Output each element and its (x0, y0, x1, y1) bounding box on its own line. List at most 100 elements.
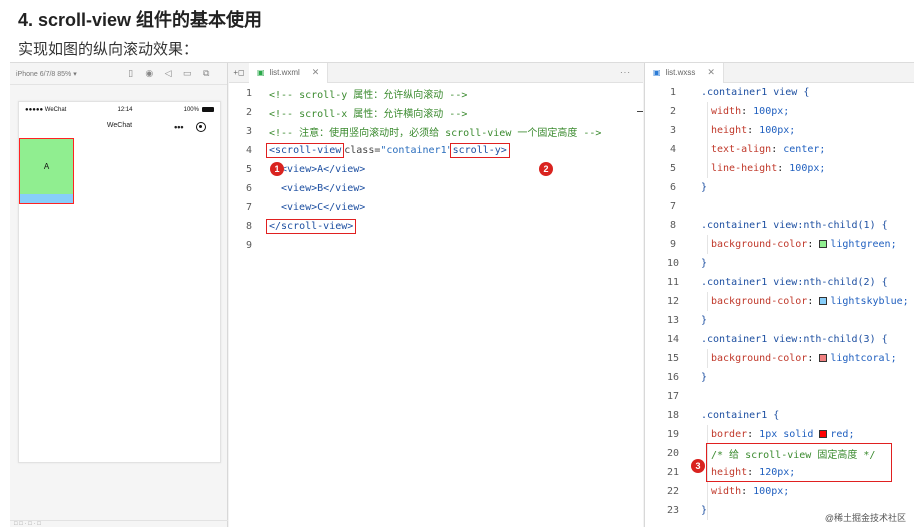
css-brace: } (701, 258, 708, 269)
wxss-code[interactable]: 1 .container1 view { 2 width: 100px; 3 heig… (645, 83, 914, 520)
code-line: 18 .container1 { (645, 406, 914, 425)
scroll-view-open-tag: <scroll-view (266, 143, 345, 158)
code-line: 13} (645, 311, 914, 330)
wxss-tab-bar: ▣ list.wxss ✕ (645, 62, 914, 83)
simulator-pane: iPhone 6/7/8 85% ▾ ▯ ◉ ◁ ▭ ⧉ ●●●●● WeCha… (10, 63, 228, 527)
watermark: @稀土掘金技术社区 (824, 513, 906, 523)
line-number: 1 (669, 87, 677, 98)
line-number: 3 (669, 125, 677, 136)
file-wxml-icon: ▣ (257, 68, 265, 77)
line-number: 2 (669, 106, 677, 117)
line-number: 1 (245, 88, 253, 99)
css-value: red; (830, 429, 855, 440)
simulator-bottom-bar: □ □ · □ · □ (10, 520, 228, 527)
css-property: background-color (711, 296, 808, 307)
more-actions-icon[interactable]: ··· (620, 68, 631, 77)
css-property: background-color (711, 353, 808, 364)
volume-icon[interactable]: ◁ (164, 67, 172, 81)
code-line: 1 <!-- scroll-y 属性：允许纵向滚动 --> (229, 84, 643, 103)
css-value: lightgreen; (830, 239, 897, 250)
line-number: 6 (245, 183, 253, 194)
css-value: 100px; (789, 163, 826, 174)
code-line: 8 </scroll-view> (229, 217, 643, 236)
css-selector: .container1 view:nth-child(2) { (701, 277, 888, 288)
code-line: 5 <view>A</view> (229, 160, 643, 179)
scroll-item-label: A (43, 162, 50, 171)
line-number: 8 (245, 221, 253, 232)
scroll-view-close-tag: </scroll-view> (266, 219, 357, 234)
line-number: 9 (669, 239, 677, 250)
line-number: 15 (666, 353, 680, 364)
tab-label: list.wxss (665, 68, 696, 77)
code-line: 3 height: 100px; (645, 121, 914, 140)
status-bar: ●●●●● WeChat 12:14 100% (19, 102, 220, 118)
line-number: 10 (666, 258, 680, 269)
close-tab-icon[interactable]: ✕ (312, 67, 320, 78)
color-swatch[interactable] (819, 430, 828, 438)
scrollbar-marker (637, 111, 643, 112)
css-value: lightskyblue; (830, 296, 909, 307)
code-line: 7 <view>C</view> (229, 198, 643, 217)
css-property: height (711, 125, 748, 136)
annotation-badge-2: 2 (539, 162, 553, 176)
signal-carrier: ●●●●● WeChat (25, 107, 67, 113)
battery-icon (201, 106, 214, 112)
popout-icon[interactable]: ⧉ (202, 67, 210, 81)
color-swatch[interactable] (819, 240, 828, 248)
code-line: 4 text-align: center; (645, 140, 914, 159)
line-number: 6 (669, 182, 677, 193)
line-number: 19 (666, 429, 680, 440)
css-brace: } (701, 372, 708, 383)
capsule-menu[interactable]: ••• (168, 119, 212, 134)
wxml-editor: +◻ ▣ list.wxml ✕ ··· 1 <!-- scroll-y 属性：允… (229, 62, 643, 527)
phone-icon[interactable]: ▯ (127, 67, 135, 81)
line-number: 4 (245, 145, 253, 156)
bottom-bar-text: □ □ · □ · □ (14, 521, 41, 527)
close-capsule-icon[interactable] (195, 121, 206, 132)
scroll-item-b: B (20, 194, 73, 203)
line-number: 13 (666, 315, 680, 326)
code-text: <view>C</view> (281, 202, 366, 213)
code-line: 16} (645, 368, 914, 387)
simulator-toolbar: iPhone 6/7/8 85% ▾ ▯ ◉ ◁ ▭ ⧉ (10, 63, 227, 85)
code-comment: <!-- 注意：使用竖向滚动时，必须给 scroll-view 一个固定高度 -… (269, 128, 602, 139)
more-dots-icon[interactable]: ••• (174, 122, 183, 132)
css-selector: .container1 view { (701, 87, 810, 98)
tab-list-wxml[interactable]: ▣ list.wxml ✕ (249, 62, 329, 83)
css-value: lightcoral; (830, 353, 897, 364)
css-value: 1px solid (759, 429, 820, 440)
tab-list-wxss[interactable]: ▣ list.wxss ✕ (645, 62, 724, 83)
line-number: 16 (666, 372, 680, 383)
line-number: 2 (245, 107, 253, 118)
code-line: 8 .container1 view:nth-child(1) { (645, 216, 914, 235)
nav-bar: WeChat ••• (19, 118, 220, 136)
css-value: 100px; (753, 106, 790, 117)
line-number: 5 (245, 164, 253, 175)
highlight-box (706, 443, 892, 482)
rotate-icon[interactable]: ▭ (183, 67, 192, 81)
css-value: 100px; (753, 486, 790, 497)
code-line: 5 line-height: 100px; (645, 159, 914, 178)
line-number: 22 (666, 486, 680, 497)
scroll-view-container[interactable]: A B (19, 138, 74, 204)
page-subheading: 实现如图的纵向滚动效果： (18, 41, 199, 58)
split-editor-icon[interactable]: +◻ (229, 68, 249, 77)
color-swatch[interactable] (819, 297, 828, 305)
battery-status: 100% (184, 106, 214, 113)
line-number: 3 (245, 126, 253, 137)
color-swatch[interactable] (819, 354, 828, 362)
record-icon[interactable]: ◉ (145, 67, 153, 81)
line-number: 7 (669, 201, 677, 212)
line-number: 8 (669, 220, 677, 231)
scroll-y-attr: scroll-y> (449, 143, 510, 158)
wxml-code[interactable]: 1 <!-- scroll-y 属性：允许纵向滚动 --> 2 <!-- scrol… (229, 83, 643, 255)
wxml-tab-bar: +◻ ▣ list.wxml ✕ ··· (229, 62, 643, 83)
css-property: width (711, 106, 742, 117)
code-text: <view>B</view> (281, 183, 366, 194)
annotation-badge-1: 1 (270, 162, 284, 176)
class-value: "container1" (380, 145, 453, 156)
device-selector[interactable]: iPhone 6/7/8 85% ▾ (16, 70, 77, 78)
code-line: 2 width: 100px; (645, 102, 914, 121)
close-tab-icon[interactable]: ✕ (707, 67, 715, 78)
line-number: 20 (666, 448, 680, 459)
